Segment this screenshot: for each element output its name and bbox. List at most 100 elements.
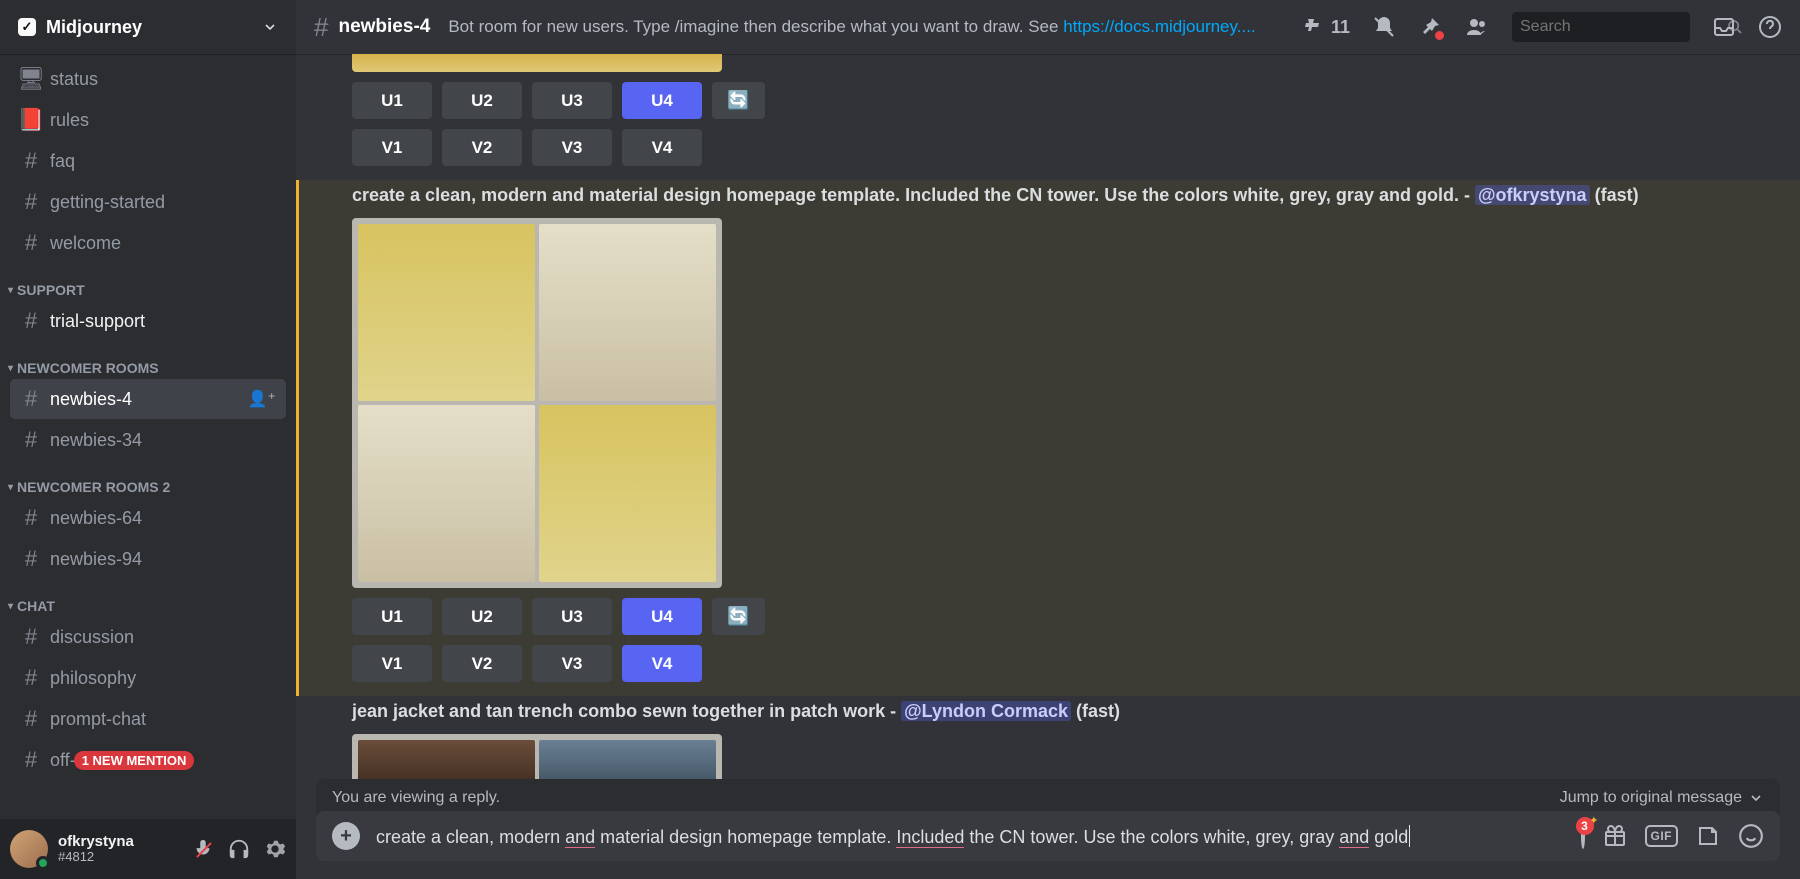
user-panel: ofkrystyna #4812 (0, 819, 296, 879)
variation-v4[interactable]: V4 (622, 645, 702, 682)
username: ofkrystyna (58, 833, 134, 850)
image-attachment[interactable] (352, 54, 722, 72)
message-composer[interactable]: + create a clean, modern and material de… (316, 811, 1780, 861)
channel-discussion[interactable]: #discussion (10, 617, 286, 657)
user-tag: #4812 (58, 850, 134, 865)
gear-icon[interactable] (264, 838, 286, 860)
channel-philosophy[interactable]: #philosophy (10, 658, 286, 698)
reroll-button[interactable]: 🔄 (712, 82, 765, 119)
channel-list: 🖥status 📕rules #faq #getting-started #we… (0, 54, 296, 819)
hash-icon: # (20, 706, 42, 732)
members-icon[interactable] (1464, 15, 1490, 39)
hash-lock-icon: # (20, 505, 42, 531)
chevron-down-icon: ▾ (8, 363, 13, 374)
reroll-button[interactable]: 🔄 (712, 598, 765, 635)
channel-rules[interactable]: 📕rules (10, 100, 286, 140)
gift-icon[interactable] (1603, 824, 1627, 848)
user-mention[interactable]: @ofkrystyna (1475, 185, 1590, 205)
hash-icon: # (20, 308, 42, 334)
upscale-u2[interactable]: U2 (442, 82, 522, 119)
search-input[interactable] (1520, 18, 1727, 36)
notifications-icon[interactable] (1372, 15, 1396, 39)
sticker-icon[interactable] (1696, 824, 1720, 848)
message-item: U1 U2 U3 U4 🔄 V1 V2 V3 V4 (296, 54, 1800, 180)
hash-lock-icon: # (20, 386, 42, 412)
button-row: V1 V2 V3 V4 (352, 129, 1780, 166)
status-indicator (36, 856, 50, 870)
category-newcomer-2[interactable]: ▾NEWCOMER ROOMS 2 (0, 461, 296, 497)
avatar[interactable] (10, 830, 48, 868)
hash-lock-icon: # (20, 546, 42, 572)
chevron-down-icon: ▾ (8, 285, 13, 296)
upscale-u1[interactable]: U1 (352, 598, 432, 635)
upscale-u2[interactable]: U2 (442, 598, 522, 635)
user-mention[interactable]: @Lyndon Cormack (901, 701, 1071, 721)
category-support[interactable]: ▾SUPPORT (0, 264, 296, 300)
add-user-icon[interactable]: 👤⁺ (248, 389, 276, 409)
message-text: create a clean, modern and material desi… (352, 182, 1780, 208)
composer-input[interactable]: create a clean, modern and material desi… (376, 825, 1567, 848)
verified-icon: ✓ (18, 18, 36, 36)
headphones-icon[interactable] (228, 838, 250, 860)
channel-topic[interactable]: Bot room for new users. Type /imagine th… (448, 17, 1281, 37)
channel-welcome[interactable]: #welcome (10, 223, 286, 263)
hash-lock-icon: # (20, 427, 42, 453)
variation-v3[interactable]: V3 (532, 645, 612, 682)
sparkle-icon: ✦ (1589, 814, 1598, 827)
channel-getting-started[interactable]: #getting-started (10, 182, 286, 222)
image-attachment[interactable] (352, 218, 722, 588)
pinned-icon[interactable] (1418, 15, 1442, 39)
channel-newbies-94[interactable]: #newbies-94 (10, 539, 286, 579)
hash-icon: # (20, 189, 42, 215)
header-icons: 11 (1303, 12, 1782, 42)
variation-v2[interactable]: V2 (442, 645, 522, 682)
variation-v4[interactable]: V4 (622, 129, 702, 166)
upscale-u3[interactable]: U3 (532, 82, 612, 119)
upscale-u4[interactable]: U4 (622, 82, 702, 119)
variation-v1[interactable]: V1 (352, 129, 432, 166)
hash-icon: # (20, 624, 42, 650)
attach-button[interactable]: + (332, 822, 360, 850)
hash-icon: # (20, 230, 42, 256)
jump-to-original[interactable]: Jump to original message (1560, 789, 1764, 807)
channel-faq[interactable]: #faq (10, 141, 286, 181)
channel-status[interactable]: 🖥status (10, 59, 286, 99)
message-list: U1 U2 U3 U4 🔄 V1 V2 V3 V4 create a clean… (296, 54, 1800, 879)
user-names[interactable]: ofkrystyna #4812 (58, 833, 134, 865)
hash-lock-icon: # (314, 12, 328, 43)
category-newcomer[interactable]: ▾NEWCOMER ROOMS (0, 342, 296, 378)
topic-link[interactable]: https://docs.midjourney.... (1063, 17, 1255, 36)
channel-off[interactable]: #off-1 NEW MENTION (10, 740, 286, 780)
channel-name: newbies-4 (338, 16, 430, 38)
variation-v2[interactable]: V2 (442, 129, 522, 166)
category-chat[interactable]: ▾CHAT (0, 580, 296, 616)
variation-v3[interactable]: V3 (532, 129, 612, 166)
channel-newbies-34[interactable]: #newbies-34 (10, 420, 286, 460)
upscale-u1[interactable]: U1 (352, 82, 432, 119)
search-box[interactable] (1512, 12, 1690, 42)
message-text: jean jacket and tan trench combo sewn to… (352, 698, 1780, 724)
nitro-button[interactable]: 3 ✦ (1581, 825, 1585, 848)
channel-newbies-4[interactable]: #newbies-4👤⁺ (10, 379, 286, 419)
mention-badge: 1 NEW MENTION (74, 751, 195, 770)
channel-trial-support[interactable]: #trial-support (10, 301, 286, 341)
emoji-icon[interactable] (1738, 823, 1764, 849)
channel-header: # newbies-4 Bot room for new users. Type… (296, 0, 1800, 54)
mic-muted-icon[interactable] (192, 838, 214, 860)
help-icon[interactable] (1758, 15, 1782, 39)
channel-prompt-chat[interactable]: #prompt-chat (10, 699, 286, 739)
upscale-u3[interactable]: U3 (532, 598, 612, 635)
message-item-highlighted: create a clean, modern and material desi… (296, 180, 1800, 696)
chevron-down-icon: ▾ (8, 601, 13, 612)
server-header[interactable]: ✓ Midjourney (0, 0, 296, 54)
threads-button[interactable]: 11 (1303, 15, 1350, 39)
inbox-icon[interactable] (1712, 15, 1736, 39)
chevron-down-icon (262, 19, 278, 35)
upscale-u4[interactable]: U4 (622, 598, 702, 635)
channel-sidebar: ✓ Midjourney 🖥status 📕rules #faq #gettin… (0, 0, 296, 879)
gif-button[interactable]: GIF (1645, 825, 1679, 847)
channel-newbies-64[interactable]: #newbies-64 (10, 498, 286, 538)
variation-v1[interactable]: V1 (352, 645, 432, 682)
button-row: U1 U2 U3 U4 🔄 (352, 598, 1780, 635)
pin-indicator (1435, 31, 1444, 40)
